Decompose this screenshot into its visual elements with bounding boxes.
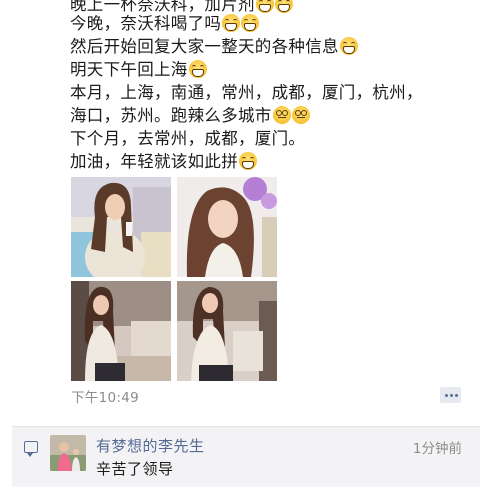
dizzy-icon xyxy=(291,106,310,124)
comment-author[interactable]: 有梦想的李先生 xyxy=(96,435,205,456)
post-photo[interactable] xyxy=(177,177,277,277)
dizzy-icon xyxy=(272,106,291,124)
post-text-line: 明天下午回上海 xyxy=(70,59,207,81)
comment-time: 1分钟前 xyxy=(412,441,462,457)
post-photo[interactable] xyxy=(71,177,171,277)
post-line-text: 下个月，去常州，成都，厦门。 xyxy=(70,129,306,148)
grin-icon xyxy=(274,0,293,13)
post-text-line: 然后开始回复大家一整天的各种信息 xyxy=(70,36,358,58)
grin-icon xyxy=(222,14,241,32)
post-photo[interactable] xyxy=(177,281,277,381)
grin-icon xyxy=(255,0,274,13)
post-line-text: 今晚，奈沃科喝了吗 xyxy=(70,14,222,33)
post-line-text: 然后开始回复大家一整天的各种信息 xyxy=(70,37,339,56)
moments-post: 晚上一杯奈沃科，加片剂 今晚，奈沃科喝了吗 然后开始回复大家一整天的各种信息 明… xyxy=(0,0,480,487)
post-text-line: 加油，年轻就该如此拼 xyxy=(70,151,257,173)
grin-icon xyxy=(239,152,257,170)
ellipsis-icon[interactable] xyxy=(440,387,461,403)
post-line-text: 本月，上海，南通，常州，成都，厦门，杭州， xyxy=(70,83,423,102)
grin-icon xyxy=(188,60,207,78)
post-text-line: 本月，上海，南通，常州，成都，厦门，杭州， xyxy=(70,82,423,104)
comment-bubble-icon xyxy=(24,441,38,457)
avatar[interactable] xyxy=(50,435,86,471)
post-text-line: 今晚，奈沃科喝了吗 xyxy=(70,13,260,35)
post-text-line: 下个月，去常州，成都，厦门。 xyxy=(70,128,305,150)
grin-icon xyxy=(241,14,260,32)
comment-section: 有梦想的李先生 1分钟前 辛苦了领导 xyxy=(12,426,480,487)
post-line-text: 明天下午回上海 xyxy=(70,60,188,79)
post-text-line: 海口，苏州。跑辣么多城市 xyxy=(70,105,310,127)
comment-text[interactable]: 辛苦了领导 xyxy=(96,458,174,479)
grin-icon xyxy=(339,37,358,55)
post-line-text: 海口，苏州。跑辣么多城市 xyxy=(70,106,272,125)
post-photo[interactable] xyxy=(71,281,171,381)
post-timestamp: 下午10:49 xyxy=(71,390,140,406)
post-line-text: 晚上一杯奈沃科，加片剂 xyxy=(70,0,255,14)
post-line-text: 加油，年轻就该如此拼 xyxy=(70,152,238,171)
